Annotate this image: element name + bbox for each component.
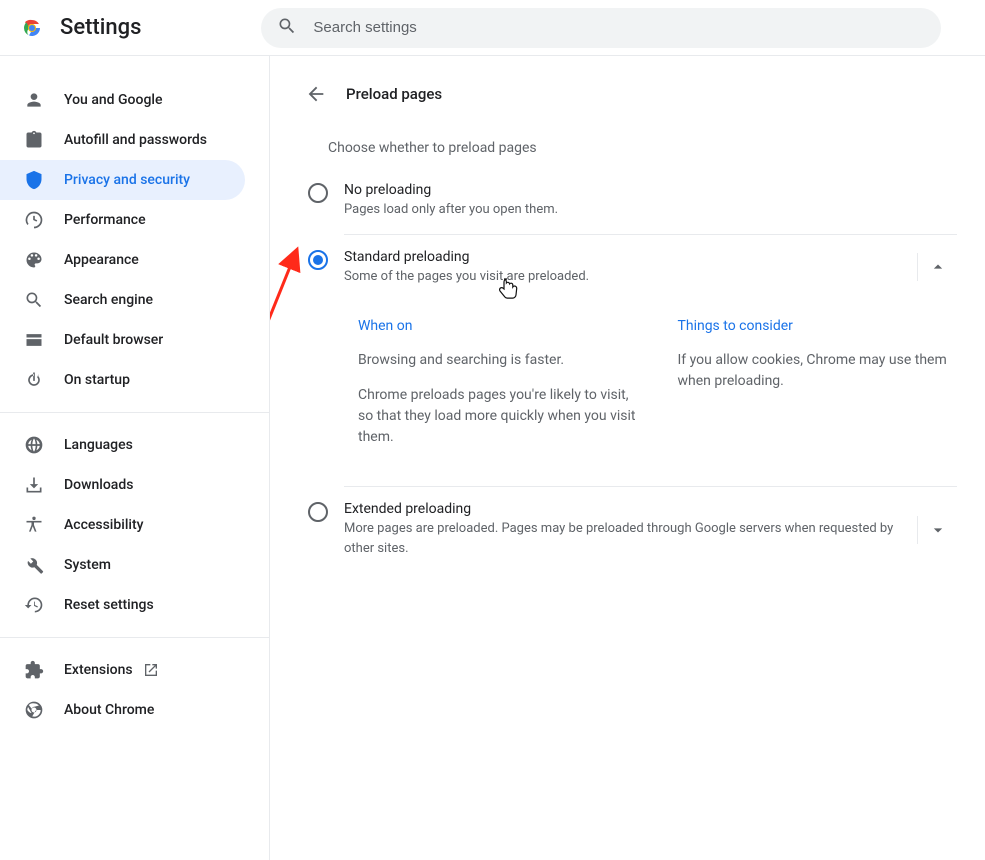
back-button[interactable] (298, 76, 334, 112)
option-no-preloading[interactable]: No preloading Pages load only after you o… (298, 168, 957, 234)
nav-label: Extensions (64, 662, 133, 678)
nav-label: Privacy and security (64, 172, 190, 188)
option-title: Extended preloading (344, 501, 909, 517)
nav-label: Autofill and passwords (64, 132, 207, 148)
nav-item-appearance[interactable]: Appearance (0, 240, 245, 280)
nav-item-search-engine[interactable]: Search engine (0, 280, 245, 320)
magnify-icon (24, 290, 44, 310)
nav-label: You and Google (64, 92, 162, 108)
option-extended-preloading[interactable]: Extended preloading More pages are preloa… (298, 487, 957, 572)
settings-content: Preload pages Choose whether to preload … (270, 56, 985, 860)
chrome-logo-icon (20, 16, 44, 40)
search-settings-box[interactable] (261, 8, 941, 48)
nav-item-system[interactable]: System (0, 545, 245, 585)
preload-options-list: No preloading Pages load only after you o… (298, 168, 957, 572)
nav-item-you-and-google[interactable]: You and Google (0, 80, 245, 120)
search-icon (277, 16, 297, 40)
option-details: When on Browsing and searching is faster.… (358, 318, 957, 462)
shield-icon (24, 170, 44, 190)
nav-label: Performance (64, 212, 146, 228)
nav-label: On startup (64, 372, 130, 388)
palette-icon (24, 250, 44, 270)
radio-no-preloading[interactable] (308, 183, 328, 203)
nav-label: Default browser (64, 332, 163, 348)
nav-item-default-browser[interactable]: Default browser (0, 320, 245, 360)
clipboard-icon (24, 130, 44, 150)
download-icon (24, 475, 44, 495)
nav-label: Reset settings (64, 597, 154, 613)
chrome-outline-icon (24, 700, 44, 720)
details-heading-consider: Things to consider (678, 318, 958, 334)
nav-item-on-startup[interactable]: On startup (0, 360, 245, 400)
nav-label: Appearance (64, 252, 139, 268)
details-heading-when-on: When on (358, 318, 638, 334)
external-link-icon (143, 662, 159, 678)
nav-item-privacy-and-security[interactable]: Privacy and security (0, 160, 245, 200)
window-icon (24, 330, 44, 350)
app-title: Settings (60, 15, 141, 40)
search-settings-input[interactable] (313, 19, 925, 36)
tachometer-icon (24, 210, 44, 230)
puzzle-icon (24, 660, 44, 680)
app-header: Settings (0, 0, 985, 56)
details-text: Browsing and searching is faster. (358, 350, 638, 371)
radio-standard-preloading[interactable] (308, 250, 328, 270)
radio-extended-preloading[interactable] (308, 502, 328, 522)
option-desc: Pages load only after you open them. (344, 200, 957, 220)
nav-label: Search engine (64, 292, 153, 308)
nav-item-languages[interactable]: Languages (0, 425, 245, 465)
restore-icon (24, 595, 44, 615)
option-title: No preloading (344, 182, 957, 198)
nav-item-performance[interactable]: Performance (0, 200, 245, 240)
settings-sidebar: You and Google Autofill and passwords Priv… (0, 56, 270, 860)
details-text: If you allow cookies, Chrome may use the… (678, 350, 958, 392)
option-desc: More pages are preloaded. Pages may be p… (344, 519, 909, 558)
details-text: Chrome preloads pages you're likely to v… (358, 385, 638, 448)
nav-item-reset-settings[interactable]: Reset settings (0, 585, 245, 625)
person-icon (24, 90, 44, 110)
expand-toggle[interactable] (917, 253, 957, 281)
nav-item-downloads[interactable]: Downloads (0, 465, 245, 505)
nav-item-autofill-and-passwords[interactable]: Autofill and passwords (0, 120, 245, 160)
nav-label: Downloads (64, 477, 133, 493)
expand-toggle[interactable] (917, 516, 957, 544)
option-standard-preloading[interactable]: Standard preloading Some of the pages you… (298, 235, 957, 301)
nav-label: System (64, 557, 111, 573)
section-intro: Choose whether to preload pages (328, 140, 957, 156)
accessibility-icon (24, 515, 44, 535)
page-title: Preload pages (346, 85, 442, 103)
nav-label: Accessibility (64, 517, 143, 533)
wrench-icon (24, 555, 44, 575)
nav-label: About Chrome (64, 702, 154, 718)
globe-icon (24, 435, 44, 455)
nav-item-about-chrome[interactable]: About Chrome (0, 690, 245, 730)
nav-label: Languages (64, 437, 133, 453)
nav-item-extensions[interactable]: Extensions (0, 650, 245, 690)
option-desc: Some of the pages you visit are preloade… (344, 267, 909, 287)
power-icon (24, 370, 44, 390)
option-title: Standard preloading (344, 249, 909, 265)
nav-item-accessibility[interactable]: Accessibility (0, 505, 245, 545)
